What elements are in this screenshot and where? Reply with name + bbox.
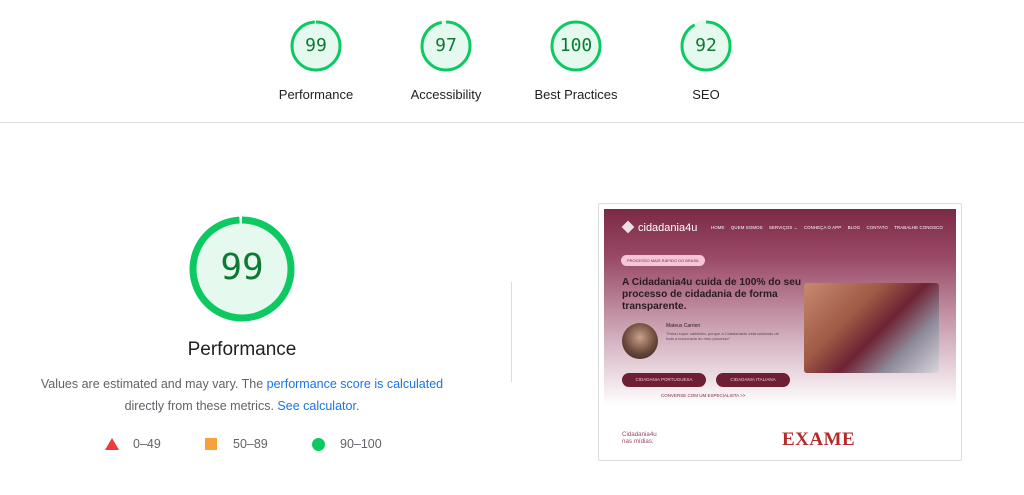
site-logo: cidadania4u bbox=[621, 220, 698, 234]
final-screenshot[interactable]: cidadania4u HOME QUEM SOMOS SERVIÇOS ⌄ C… bbox=[598, 203, 962, 461]
gauge-label: Performance bbox=[278, 87, 354, 102]
site-nav-item: SERVIÇOS ⌄ bbox=[768, 225, 798, 230]
see-calculator-link[interactable]: See calculator bbox=[277, 399, 356, 413]
gauge-label: Accessibility bbox=[410, 87, 482, 102]
triangle-icon bbox=[105, 438, 119, 450]
site-hero-photo bbox=[804, 283, 939, 373]
site-quote: "Estou super satisfeito, porque a Cidada… bbox=[666, 331, 779, 342]
circle-icon bbox=[312, 438, 325, 451]
site-nav-item: CONHEÇA O APP bbox=[803, 225, 842, 230]
site-nav-item: HOME bbox=[711, 225, 725, 230]
media-line: nas mídias: bbox=[622, 438, 654, 445]
site-nav-item: BLOG bbox=[847, 225, 861, 230]
desc-text: Values are estimated and may vary. The bbox=[40, 377, 267, 391]
gauge-score: 97 bbox=[435, 35, 457, 56]
desc-text: . bbox=[355, 399, 360, 413]
site-nav-item: TRABALHE CONOSCO bbox=[894, 225, 943, 230]
logo-mark-icon bbox=[621, 220, 635, 234]
screenshot-page: cidadania4u HOME QUEM SOMOS SERVIÇOS ⌄ C… bbox=[604, 209, 956, 455]
site-nav-item: CONTATO bbox=[866, 225, 888, 230]
performance-description: Values are estimated and may vary. The p… bbox=[22, 373, 462, 417]
gauge-score: 92 bbox=[695, 35, 717, 56]
site-logo-text: cidadania4u bbox=[638, 222, 698, 234]
site-cta-link: CONVERSE COM UM ESPECIALISTA >> bbox=[661, 393, 746, 398]
gauge-score: 100 bbox=[559, 35, 593, 56]
site-media-label: Cidadania4u nas mídias: bbox=[622, 431, 657, 445]
site-person-name: Mateus Carrieri bbox=[666, 323, 701, 329]
site-button-italiana: CIDADANIA ITALIANA bbox=[716, 373, 790, 387]
performance-score: 99 bbox=[220, 247, 264, 288]
legend-range: 0–49 bbox=[133, 437, 161, 451]
site-headline: A Cidadania4u cuida de 100% do seu proce… bbox=[622, 277, 802, 312]
gauge-label: SEO bbox=[692, 87, 720, 102]
site-nav: HOME QUEM SOMOS SERVIÇOS ⌄ CONHEÇA O APP… bbox=[711, 225, 948, 231]
gauge-score: 99 bbox=[305, 35, 327, 56]
square-icon bbox=[205, 438, 217, 450]
exame-logo: EXAME bbox=[782, 429, 856, 450]
site-nav-item: QUEM SOMOS bbox=[730, 225, 763, 230]
score-calculated-link[interactable]: performance score is calculated bbox=[267, 377, 443, 391]
legend-range: 90–100 bbox=[340, 437, 382, 451]
site-button-portuguesa: CIDADANIA PORTUGUESA bbox=[622, 373, 706, 387]
divider bbox=[511, 282, 512, 382]
media-line: Cidadania4u bbox=[622, 431, 657, 438]
performance-title: Performance bbox=[187, 339, 297, 360]
legend-range: 50–89 bbox=[233, 437, 268, 451]
scores-summary: 99 Performance 97 Accessibility 100 Best… bbox=[0, 0, 1024, 123]
avatar bbox=[622, 323, 658, 359]
desc-text: directly from these metrics. bbox=[124, 399, 278, 413]
gauge-label: Best Practices bbox=[534, 87, 618, 102]
site-pill: PROCESSO MAIS RÁPIDO DO BRASIL bbox=[621, 255, 706, 266]
